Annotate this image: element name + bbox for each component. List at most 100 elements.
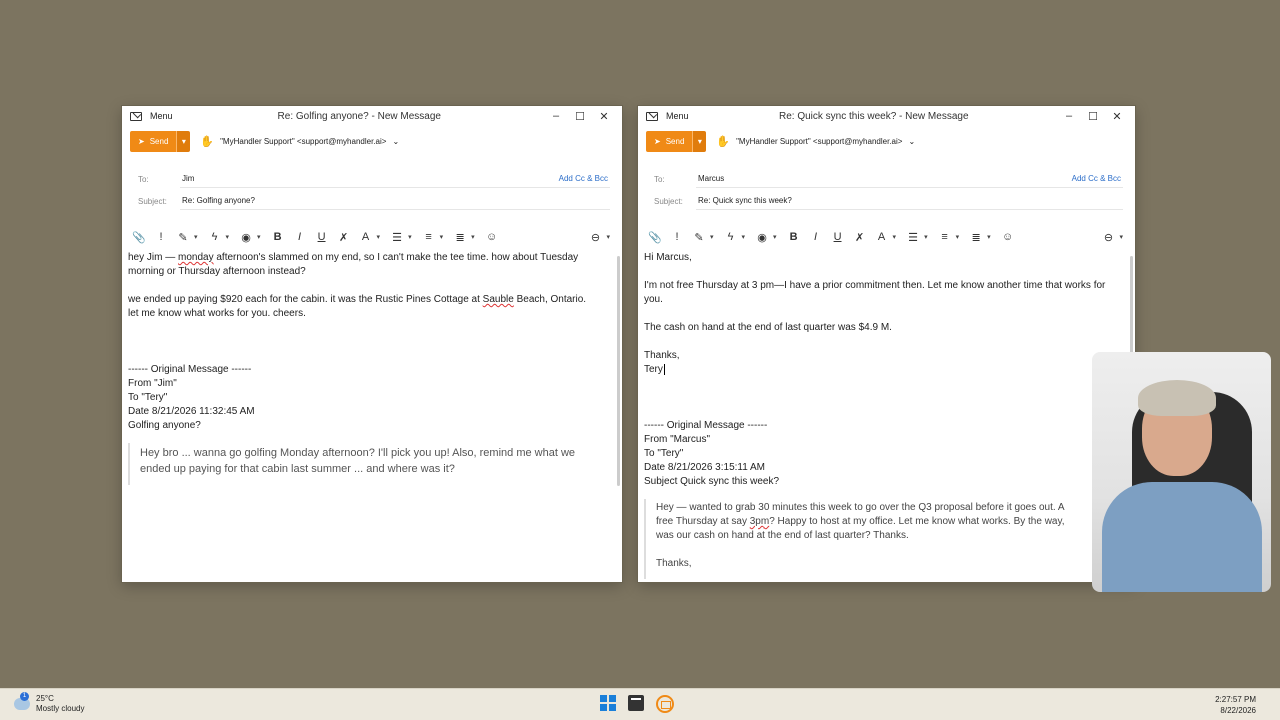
start-icon[interactable] — [600, 695, 616, 711]
message-body[interactable]: Hi Marcus, I'm not free Thursday at 3 pm… — [644, 251, 1125, 582]
chevron-down-icon[interactable]: ▾ — [742, 233, 746, 241]
send-button[interactable]: ➤ Send ▾ — [646, 130, 707, 152]
highlighter-icon[interactable]: ✎ — [174, 231, 192, 244]
attach-icon[interactable]: 📎 — [646, 231, 664, 244]
clear-format-icon[interactable]: ✗ — [851, 231, 869, 244]
menu-button[interactable]: Menu — [150, 111, 173, 121]
add-cc-bcc-link[interactable]: Add Cc & Bcc — [1072, 174, 1123, 183]
chevron-down-icon[interactable]: ▾ — [226, 233, 230, 241]
chevron-down-icon[interactable]: ▾ — [924, 233, 928, 241]
maximize-icon[interactable]: ☐ — [570, 110, 590, 123]
add-cc-bcc-link[interactable]: Add Cc & Bcc — [559, 174, 610, 183]
bold-icon[interactable]: B — [785, 231, 803, 243]
original-subject: Subject Quick sync this week? — [644, 476, 780, 487]
chevron-down-icon[interactable]: ▾ — [194, 233, 198, 241]
highlighter-icon[interactable]: ✎ — [690, 231, 708, 244]
bullet-list-icon[interactable]: ☰ — [904, 231, 922, 244]
original-from: From "Jim" — [128, 378, 177, 389]
font-color-icon[interactable]: A — [357, 231, 375, 243]
emoji-icon[interactable]: ☺ — [999, 231, 1017, 243]
body-paragraph: I'm not free Thursday at 3 pm—I have a p… — [644, 280, 1106, 305]
priority-icon[interactable]: ! — [668, 231, 686, 243]
original-header: ------ Original Message ------ — [644, 420, 768, 431]
weather-widget[interactable]: 25°C Mostly cloudy — [14, 692, 84, 714]
chevron-down-icon[interactable]: ▾ — [773, 233, 777, 241]
to-row: To: Marcus Add Cc & Bcc — [654, 170, 1123, 188]
send-icon: ➤ — [138, 136, 145, 146]
signature: Tery — [644, 364, 665, 375]
minimize-icon[interactable]: – — [546, 110, 566, 123]
numbered-list-icon[interactable]: ≡ — [420, 231, 438, 243]
chevron-down-icon[interactable]: ▾ — [471, 233, 475, 241]
title-bar: Menu Re: Golfing anyone? - New Message –… — [122, 106, 622, 126]
mail-app-icon[interactable] — [656, 695, 674, 713]
maximize-icon[interactable]: ☐ — [1083, 110, 1103, 123]
to-label: To: — [654, 174, 665, 184]
subject-field[interactable]: Re: Quick sync this week? — [696, 192, 1123, 210]
italic-icon[interactable]: I — [807, 231, 825, 243]
emoji-icon[interactable]: ☺ — [483, 231, 501, 243]
chevron-down-icon[interactable]: ▾ — [1119, 233, 1123, 241]
original-subject: Golfing anyone? — [128, 420, 201, 431]
numbered-list-icon[interactable]: ≡ — [936, 231, 954, 243]
message-body[interactable]: hey Jim — monday afternoon's slammed on … — [128, 251, 612, 582]
greeting: Hi Marcus, — [644, 252, 692, 263]
chevron-down-icon[interactable]: ▾ — [956, 233, 960, 241]
priority-icon[interactable]: ! — [152, 231, 170, 243]
chevron-down-icon[interactable]: ▾ — [257, 233, 261, 241]
wave-hand-icon: ✋ — [716, 135, 731, 148]
clear-format-icon[interactable]: ✗ — [335, 231, 353, 244]
font-color-icon[interactable]: A — [873, 231, 891, 243]
chevron-down-icon[interactable]: ▾ — [692, 130, 707, 152]
menu-button[interactable]: Menu — [666, 111, 689, 121]
temperature: 25°C — [36, 694, 54, 703]
mail-icon — [646, 111, 658, 121]
system-clock[interactable]: 2:27:57 PM 8/22/2026 — [1215, 694, 1256, 716]
window-title: Re: Quick sync this week? - New Message — [779, 110, 969, 122]
lightning-icon[interactable]: ϟ — [206, 231, 224, 243]
quoted-message: Hey — wanted to grab 30 minutes this wee… — [644, 499, 1125, 579]
more-icon[interactable]: ⊖ — [586, 231, 604, 244]
chevron-down-icon[interactable]: ▾ — [440, 233, 444, 241]
attach-icon[interactable]: 📎 — [130, 231, 148, 244]
chevron-down-icon[interactable]: ▾ — [377, 233, 381, 241]
send-icon: ➤ — [654, 136, 661, 146]
chevron-down-icon[interactable]: ▾ — [606, 233, 610, 241]
format-toolbar: 📎 ! ✎ ▾ ϟ ▾ ◉ ▾ B I U ✗ A ▾ ☰ ▾ ≡ ▾ ≣ ▾ ☺ ⊖ ▾ — [130, 228, 614, 246]
sign-off: Thanks, — [644, 350, 680, 361]
to-field[interactable]: Marcus Add Cc & Bcc — [696, 170, 1123, 188]
underline-icon[interactable]: U — [313, 231, 331, 243]
subject-row: Subject: Re: Golfing anyone? — [138, 192, 610, 210]
bullet-list-icon[interactable]: ☰ — [388, 231, 406, 244]
original-to: To "Tery" — [644, 448, 684, 459]
chevron-down-icon[interactable]: ▾ — [176, 130, 191, 152]
send-button[interactable]: ➤ Send ▾ — [130, 130, 191, 152]
lightning-icon[interactable]: ϟ — [722, 231, 740, 243]
quoted-message: Hey bro ... wanna go golfing Monday afte… — [128, 443, 612, 485]
body-line: let me know what works for you. cheers. — [128, 308, 306, 319]
close-icon[interactable]: ✕ — [594, 110, 614, 123]
scrollbar[interactable] — [617, 256, 620, 486]
from-selector[interactable]: ✋ "MyHandler Support" <support@myhandler… — [716, 135, 915, 148]
body-paragraph: The cash on hand at the end of last quar… — [644, 322, 892, 333]
cloud-icon — [14, 692, 30, 710]
align-icon[interactable]: ≣ — [967, 231, 985, 244]
chevron-down-icon[interactable]: ▾ — [893, 233, 897, 241]
eye-icon[interactable]: ◉ — [753, 231, 771, 244]
clock-time: 2:27:57 PM — [1215, 695, 1256, 704]
minimize-icon[interactable]: – — [1059, 110, 1079, 123]
close-icon[interactable]: ✕ — [1107, 110, 1127, 123]
chevron-down-icon[interactable]: ▾ — [987, 233, 991, 241]
from-selector[interactable]: ✋ "MyHandler Support" <support@myhandler… — [200, 135, 399, 148]
chevron-down-icon[interactable]: ▾ — [710, 233, 714, 241]
more-icon[interactable]: ⊖ — [1099, 231, 1117, 244]
align-icon[interactable]: ≣ — [451, 231, 469, 244]
italic-icon[interactable]: I — [291, 231, 309, 243]
to-field[interactable]: Jim Add Cc & Bcc — [180, 170, 610, 188]
eye-icon[interactable]: ◉ — [237, 231, 255, 244]
terminal-icon[interactable] — [628, 695, 644, 711]
chevron-down-icon[interactable]: ▾ — [408, 233, 412, 241]
bold-icon[interactable]: B — [269, 231, 287, 243]
underline-icon[interactable]: U — [829, 231, 847, 243]
subject-field[interactable]: Re: Golfing anyone? — [180, 192, 610, 210]
